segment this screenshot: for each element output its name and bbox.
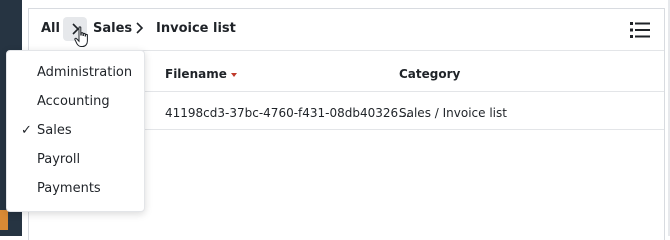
breadcrumb-all[interactable]: All (41, 21, 60, 36)
breadcrumb-invoice-list[interactable]: Invoice list (156, 21, 236, 36)
menu-item-label: Administration (37, 65, 133, 80)
column-header-filename-label: Filename (165, 67, 227, 81)
breadcrumb-separator (134, 22, 146, 36)
menu-item-sales[interactable]: ✓ Sales (7, 117, 146, 145)
category-dropdown-menu: Administration Accounting ✓ Sales Payrol… (6, 50, 145, 212)
list-view-button[interactable] (630, 21, 650, 39)
column-header-category[interactable]: Category (399, 67, 460, 81)
table-cell-category: Sales / Invoice list (399, 106, 507, 120)
sort-descending-icon (230, 72, 237, 77)
sidebar-accent (0, 210, 8, 230)
menu-item-label: Payments (37, 181, 101, 196)
menu-item-administration[interactable]: Administration (7, 59, 146, 87)
menu-item-payments[interactable]: Payments (7, 175, 146, 203)
panel-header: All Sales Invoice list (29, 9, 664, 51)
menu-item-label: Sales (37, 123, 72, 138)
breadcrumb-sales[interactable]: Sales (93, 21, 132, 36)
chevron-right-icon (136, 22, 144, 34)
list-view-icon (630, 22, 650, 38)
table-cell-filename[interactable]: 41198cd3-37bc-4760-f431-08db40326... (165, 106, 410, 120)
checkmark-icon: ✓ (21, 123, 32, 138)
menu-item-payroll[interactable]: Payroll (7, 146, 146, 174)
menu-item-label: Payroll (37, 152, 81, 167)
menu-item-label: Accounting (37, 94, 110, 109)
hand-pointer-icon (74, 26, 90, 52)
menu-item-accounting[interactable]: Accounting (7, 88, 146, 116)
column-header-filename[interactable]: Filename (165, 67, 237, 81)
